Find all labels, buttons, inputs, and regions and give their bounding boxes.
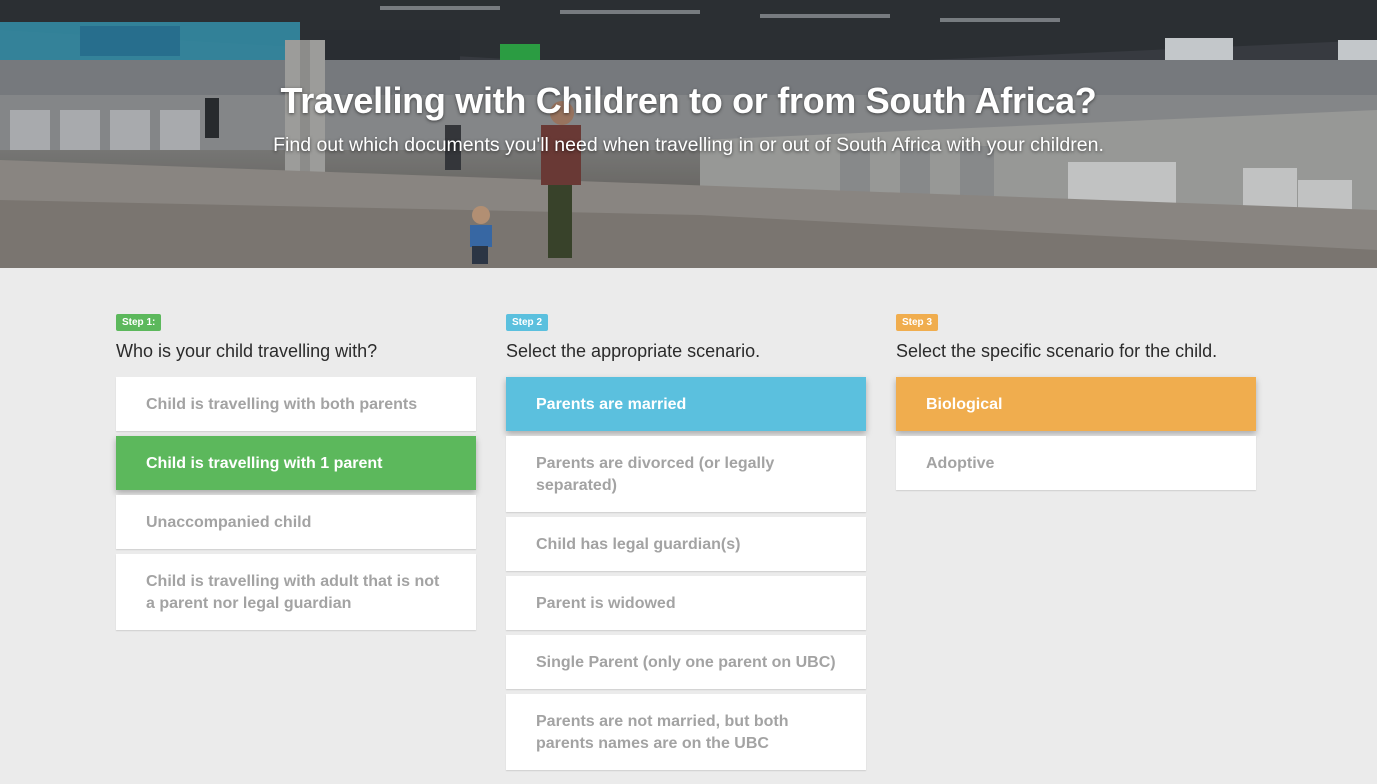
step-1-column: Step 1: Who is your child travelling wit… (116, 312, 476, 635)
step-3-badge: Step 3 (896, 314, 939, 331)
option-parents-divorced[interactable]: Parents are divorced (or legally separat… (506, 436, 866, 512)
step-2-question: Select the appropriate scenario. (506, 341, 761, 361)
option-parents-married[interactable]: Parents are married (506, 377, 866, 431)
option-legal-guardian[interactable]: Child has legal guardian(s) (506, 517, 866, 571)
option-adoptive[interactable]: Adoptive (896, 436, 1256, 490)
option-both-parents[interactable]: Child is travelling with both parents (116, 377, 476, 431)
page-title: Travelling with Children to or from Sout… (280, 80, 1097, 121)
step-1-options: Child is travelling with both parents Ch… (116, 377, 476, 630)
option-adult-not-parent[interactable]: Child is travelling with adult that is n… (116, 554, 476, 630)
step-3-options: Biological Adoptive (896, 377, 1256, 490)
option-parents-not-married[interactable]: Parents are not married, but both parent… (506, 694, 866, 770)
step-3-question: Select the specific scenario for the chi… (896, 341, 1218, 361)
step-3-column: Step 3 Select the specific scenario for … (896, 312, 1256, 495)
step-2-options: Parents are married Parents are divorced… (506, 377, 866, 770)
step-2-column: Step 2 Select the appropriate scenario. … (506, 312, 866, 775)
option-one-parent[interactable]: Child is travelling with 1 parent (116, 436, 476, 490)
page-subtitle: Find out which documents you'll need whe… (273, 134, 1104, 156)
option-unaccompanied-child[interactable]: Unaccompanied child (116, 495, 476, 549)
option-single-parent[interactable]: Single Parent (only one parent on UBC) (506, 635, 866, 689)
option-parent-widowed[interactable]: Parent is widowed (506, 576, 866, 630)
step-2-badge: Step 2 (506, 314, 549, 331)
option-biological[interactable]: Biological (896, 377, 1256, 431)
step-1-question: Who is your child travelling with? (116, 341, 378, 361)
hero-banner: Travelling with Children to or from Sout… (0, 0, 1377, 268)
step-1-badge: Step 1: (116, 314, 162, 331)
